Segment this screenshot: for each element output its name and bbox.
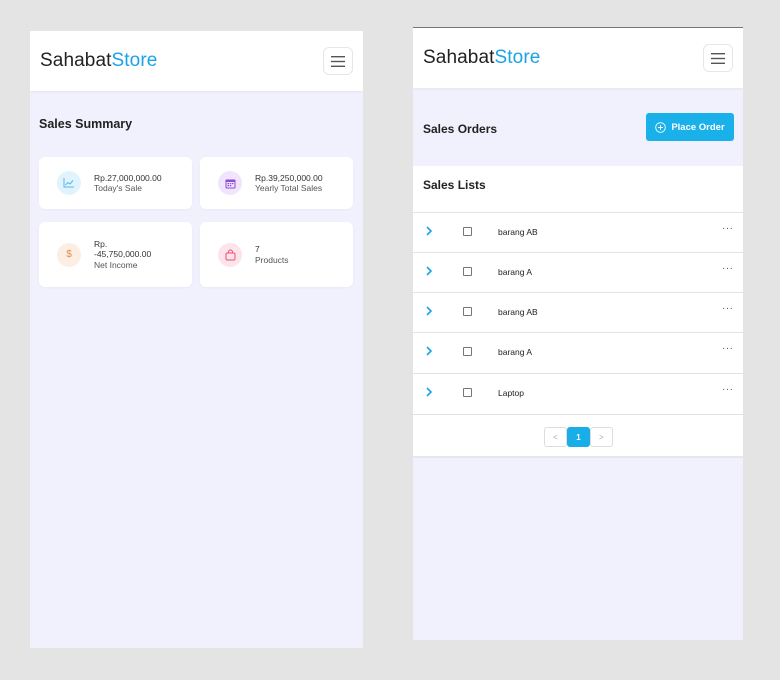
stat-value-currency: Rp. — [94, 238, 108, 249]
stat-card-products[interactable]: 7 Products — [200, 222, 353, 287]
more-options-icon[interactable]: ··· — [722, 343, 734, 354]
row-checkbox[interactable] — [463, 347, 472, 356]
table-row[interactable]: Laptop ··· — [413, 373, 743, 413]
brand-name-part1: Sahabat — [40, 50, 112, 71]
top-navbar: SahabatStore — [413, 28, 743, 88]
brand-name-part2: Store — [494, 47, 541, 68]
plus-circle-icon — [655, 121, 667, 133]
stat-card-net-income[interactable]: $ Rp. -45,750,000.00 Net Income — [39, 222, 192, 287]
page-title: Sales Orders — [423, 122, 498, 136]
stat-value: Rp.27,000,000.00 — [94, 172, 162, 183]
row-name: barang A — [498, 347, 533, 357]
hamburger-icon — [331, 55, 345, 67]
stat-label: Net Income — [94, 259, 138, 270]
sales-list-title: Sales Lists — [423, 178, 486, 192]
row-name: barang A — [498, 267, 533, 277]
stat-label: Products — [255, 254, 289, 265]
pagination-page-button[interactable]: 1 — [567, 427, 590, 447]
stat-card-yearly-sales[interactable]: Rp.39,250,000.00 Yearly Total Sales — [200, 157, 353, 209]
chevron-right-icon[interactable] — [425, 266, 433, 276]
stat-value: Rp.39,250,000.00 — [255, 172, 323, 183]
stat-label: Today's Sale — [94, 183, 142, 193]
more-options-icon[interactable]: ··· — [722, 303, 734, 314]
pagination-prev-button[interactable]: < — [544, 427, 567, 447]
table-row[interactable]: barang A ··· — [413, 332, 743, 372]
more-options-icon[interactable]: ··· — [722, 263, 734, 274]
calendar-icon — [218, 171, 242, 195]
chevron-right-icon[interactable] — [425, 387, 433, 397]
sales-summary-screen: SahabatStore Sales Summary Rp.27,000,000… — [30, 31, 363, 648]
chevron-right-icon[interactable] — [425, 306, 433, 316]
pagination: < 1 > — [413, 414, 743, 456]
more-options-icon[interactable]: ··· — [722, 223, 734, 234]
brand-logo[interactable]: SahabatStore — [40, 50, 157, 72]
stat-label: Yearly Total Sales — [255, 183, 323, 193]
brand-logo[interactable]: SahabatStore — [423, 47, 540, 69]
table-row[interactable]: barang AB ··· — [413, 292, 743, 332]
line-chart-icon — [57, 171, 81, 195]
row-name: barang AB — [498, 227, 538, 237]
stat-value: -45,750,000.00 — [94, 249, 152, 260]
brand-name-part1: Sahabat — [423, 47, 495, 68]
page-title: Sales Summary — [39, 117, 133, 131]
shopping-bag-icon — [218, 242, 242, 267]
hamburger-menu-button[interactable] — [703, 44, 733, 72]
hamburger-menu-button[interactable] — [323, 47, 353, 75]
row-name: Laptop — [498, 388, 524, 398]
brand-name-part2: Store — [111, 50, 158, 71]
top-navbar: SahabatStore — [30, 31, 363, 91]
table-row[interactable]: barang AB ··· — [413, 212, 743, 252]
row-checkbox[interactable] — [463, 227, 472, 236]
row-checkbox[interactable] — [463, 388, 472, 397]
chevron-right-icon[interactable] — [425, 346, 433, 356]
chevron-right-icon[interactable] — [425, 226, 433, 236]
divider — [413, 456, 743, 458]
stat-card-todays-sale[interactable]: Rp.27,000,000.00 Today's Sale — [39, 157, 192, 209]
table-row[interactable]: barang A ··· — [413, 252, 743, 292]
hamburger-icon — [711, 52, 725, 64]
dollar-icon: $ — [57, 242, 81, 267]
row-checkbox[interactable] — [463, 267, 472, 276]
pagination-next-button[interactable]: > — [590, 427, 613, 447]
more-options-icon[interactable]: ··· — [722, 384, 734, 395]
row-name: barang AB — [498, 307, 538, 317]
sales-list-panel: Sales Lists barang AB ··· barang A ··· b… — [413, 166, 743, 456]
row-checkbox[interactable] — [463, 307, 472, 316]
sales-orders-screen: SahabatStore Sales Orders Place Order Sa… — [413, 27, 743, 640]
stat-value: 7 — [255, 244, 260, 254]
place-order-label: Place Order — [671, 121, 725, 133]
place-order-button[interactable]: Place Order — [646, 113, 734, 141]
